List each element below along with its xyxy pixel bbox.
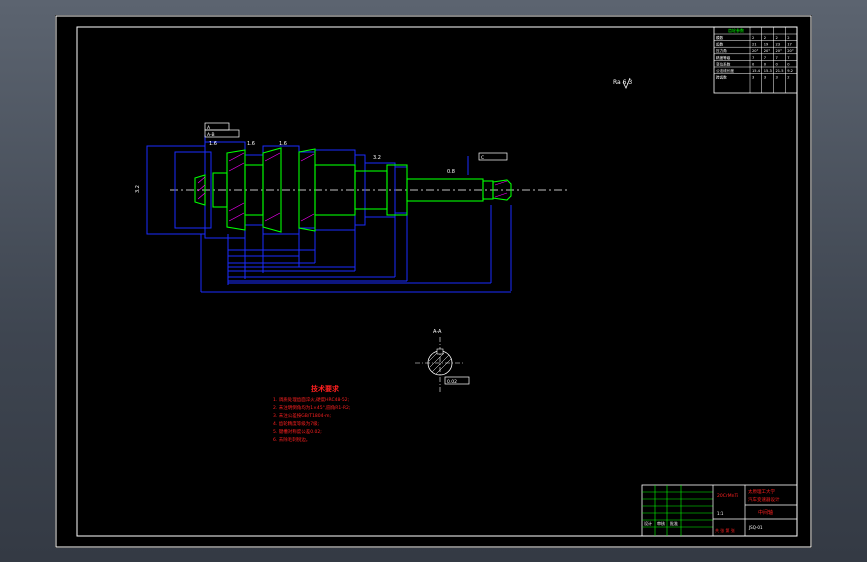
gear-table-cell: 2 [787, 36, 789, 40]
gear-table-cell: 3 [764, 76, 766, 80]
gear-table-param-label: 公法线长度 [716, 68, 734, 73]
roughness-1: 1.6 [209, 141, 217, 147]
tech-req-title: 技术要求 [311, 384, 340, 393]
gear-table-cell: 3 [752, 76, 754, 80]
outer-border [55, 15, 812, 548]
title-checker: 审核 [657, 520, 665, 526]
symmetry-tolerance: 0.02 [447, 379, 457, 385]
title-part-name: 中间轴 [758, 509, 773, 516]
shaft-outline [146, 135, 512, 293]
title-material: 20CrMnTi [717, 493, 738, 499]
title-project: 汽车变速器设计 [748, 496, 780, 503]
gear-table-cell: 0 [752, 62, 755, 66]
drawing-sheet: Ra 6.3 齿轮参数 模数 2 2 2 2 齿数 21 19 23 17 压力角 20° 20° 20° 2… [55, 15, 812, 548]
gear-table-cell: 20° [752, 49, 759, 53]
title-approve: 批准 [670, 520, 678, 526]
tech-req-item: 6. 去除毛刺锐边。 [273, 436, 310, 443]
roughness-2: 1.6 [247, 141, 255, 147]
tech-req-item: 3. 未注公差按GB/T1804-m; [273, 412, 331, 419]
gear-table-cell: 0 [776, 62, 779, 66]
gear-table-cell: 7 [752, 56, 754, 60]
gear-table-cell: 20° [787, 49, 794, 53]
gear-table-cell: 9.2 [787, 69, 793, 73]
title-company: 太原理工大学 [748, 488, 775, 495]
gear-table-cell: 15.3 [764, 69, 772, 73]
roughness-3: 1.6 [279, 141, 287, 147]
gear-table-cell: 0 [764, 62, 767, 66]
title-designer: 设计 [644, 520, 652, 526]
tolerance-frame-right: C [478, 152, 508, 161]
gear-table-param-label: 跨齿数 [716, 75, 727, 80]
gear-table-cell: 0 [787, 62, 790, 66]
gear-table-param-label: 齿数 [716, 42, 724, 47]
title-block: 太原理工大学 汽车变速器设计 中间轴 20CrMnTi 1:1 JSQ-01 共… [641, 484, 798, 537]
gear-table-cell: 23 [776, 43, 781, 47]
gear-table-param-label: 精度等级 [716, 55, 731, 60]
tech-req-item: 1. 调质处理齿面淬火,硬度HRC48-52; [273, 396, 349, 403]
tech-req-item: 2. 未注明倒角均为1×45°,圆角R1-R2; [273, 404, 350, 411]
section-label: A-A [433, 329, 442, 335]
tech-req-item: 4. 齿轮精度等级为7级; [273, 420, 319, 427]
title-drawing-no: JSQ-01 [748, 525, 763, 530]
gear-table-cell: 2 [776, 36, 778, 40]
datum-c: C [481, 155, 484, 161]
tech-req-item: 5. 键槽对称度公差0.02; [273, 428, 322, 435]
gear-table-cell: 20° [764, 49, 771, 53]
datum-ab: A-B [207, 132, 215, 138]
tolerance-frame-left: A A-B [204, 122, 240, 138]
gear-table-cell: 21.5 [776, 69, 784, 73]
gear-parameter-table: 齿轮参数模数 2 2 2 2齿数 21 19 23 17压力角 20° 20° 20° 20°精度等级 7… [713, 26, 798, 94]
gear-table-cell: 2 [787, 76, 789, 80]
gear-table-cell: 2 [764, 36, 766, 40]
inner-frame [76, 26, 798, 537]
gear-table-param-label: 压力角 [716, 48, 727, 53]
gear-table-cell: 7 [764, 56, 766, 60]
gear-table-cell: 7 [776, 56, 778, 60]
gear-table-cell: 20° [776, 49, 783, 53]
title-scale: 1:1 [717, 511, 724, 516]
gear-table-cell: 19 [764, 43, 769, 47]
gear-table-cell: 3 [776, 76, 778, 80]
technical-requirements: 技术要求 1. 调质处理齿面淬火,硬度HRC48-52; 2. 未注明倒角均为1… [273, 384, 350, 443]
section-view: A-A 0.02 [415, 329, 470, 393]
gear-table-cell: 2 [752, 36, 754, 40]
gear-table-cell: 21 [752, 43, 757, 47]
section-hatching [197, 152, 508, 222]
general-roughness-note: Ra 6.3 [613, 77, 632, 89]
gear-table-param-label: 模数 [716, 35, 724, 40]
title-sheet-note: 共 张 第 张 [715, 527, 735, 533]
cad-drawing: Ra 6.3 齿轮参数模数 2 2 2 2齿数 21 19 23 17压力角 20° 20° 20° 2… [55, 15, 812, 548]
gear-table-cell: 7 [787, 56, 789, 60]
roughness-4: 3.2 [373, 155, 381, 161]
gear-table-cell: 17 [787, 43, 792, 47]
roughness-6: 3.2 [135, 185, 141, 193]
gear-table-param-label: 变位系数 [716, 61, 731, 66]
gear-table-header: 齿轮参数 [728, 27, 744, 33]
roughness-5: 0.8 [447, 169, 455, 175]
gear-table-cell: 15.4 [752, 69, 761, 73]
